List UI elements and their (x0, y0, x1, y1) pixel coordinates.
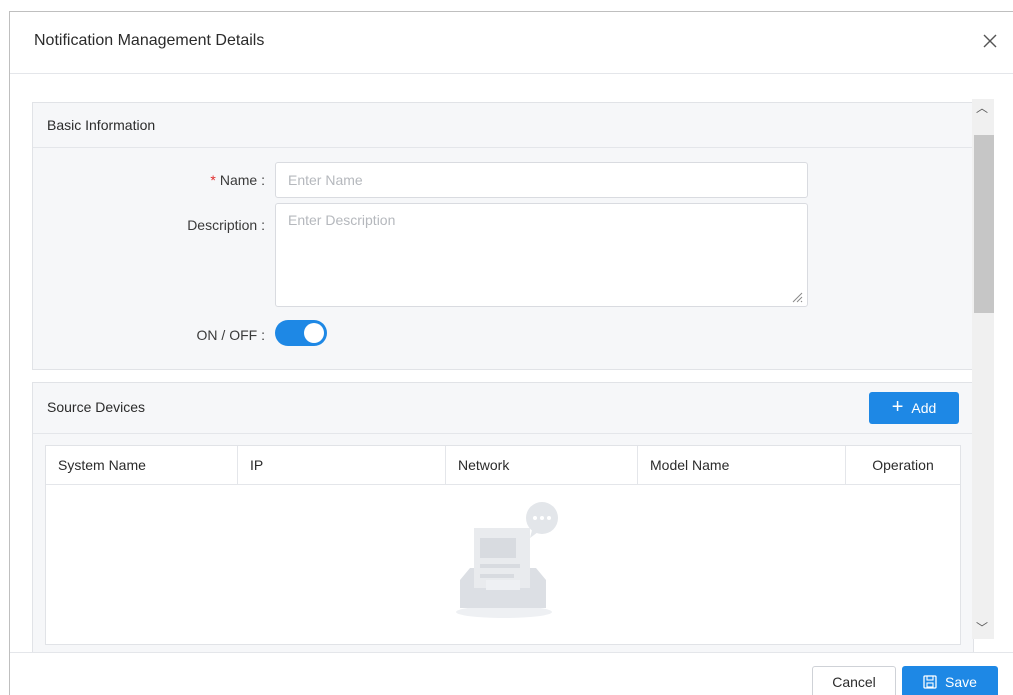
notification-details-dialog: Notification Management Details Basic In… (9, 11, 1013, 695)
dialog-footer: Cancel Save (10, 652, 1013, 695)
add-button[interactable]: + Add (869, 392, 959, 424)
vertical-scrollbar[interactable]: ︿ ﹀ (972, 99, 994, 639)
add-button-label: Add (911, 400, 937, 416)
plus-icon: + (891, 396, 904, 418)
basic-information-title: Basic Information (47, 117, 156, 133)
table-header: System Name IP Network Model Name Operat… (46, 446, 960, 485)
basic-information-section: Basic Information *Name : Description : … (32, 102, 974, 370)
col-model-name[interactable]: Model Name (638, 446, 846, 484)
source-devices-section: Source Devices + Add System Name IP Netw… (32, 382, 974, 652)
empty-inbox-icon (456, 502, 558, 618)
required-mark: * (210, 172, 216, 188)
col-ip[interactable]: IP (238, 446, 446, 484)
col-network[interactable]: Network (446, 446, 638, 484)
toggle-label: ON / OFF : (196, 327, 265, 343)
name-label-wrap: * Name : (115, 172, 265, 188)
on-off-toggle[interactable] (275, 320, 327, 346)
dialog-header: Notification Management Details (10, 12, 1013, 74)
scroll-up-icon[interactable]: ︿ (976, 99, 988, 116)
save-icon (923, 675, 937, 689)
save-button-label: Save (945, 674, 977, 690)
description-textarea[interactable] (275, 203, 808, 307)
name-label: Name : (219, 172, 265, 188)
scroll-thumb[interactable] (974, 135, 994, 313)
close-icon[interactable] (979, 30, 1001, 52)
source-devices-title: Source Devices (47, 399, 146, 415)
resize-grip-icon[interactable] (791, 291, 803, 303)
dialog-body: Basic Information *Name : Description : … (10, 74, 1013, 652)
dialog-title: Notification Management Details (34, 32, 265, 49)
source-devices-table: System Name IP Network Model Name Operat… (45, 445, 961, 645)
source-devices-header: Source Devices + Add (33, 383, 973, 434)
cancel-button[interactable]: Cancel (812, 666, 896, 695)
scroll-down-icon[interactable]: ﹀ (976, 619, 988, 636)
basic-information-header: Basic Information (33, 103, 973, 148)
description-label: Description : (187, 217, 265, 233)
save-button[interactable]: Save (902, 666, 998, 695)
col-system-name[interactable]: System Name (46, 446, 238, 484)
col-operation: Operation (872, 457, 934, 473)
name-input[interactable] (275, 162, 808, 198)
toggle-knob (304, 323, 324, 343)
